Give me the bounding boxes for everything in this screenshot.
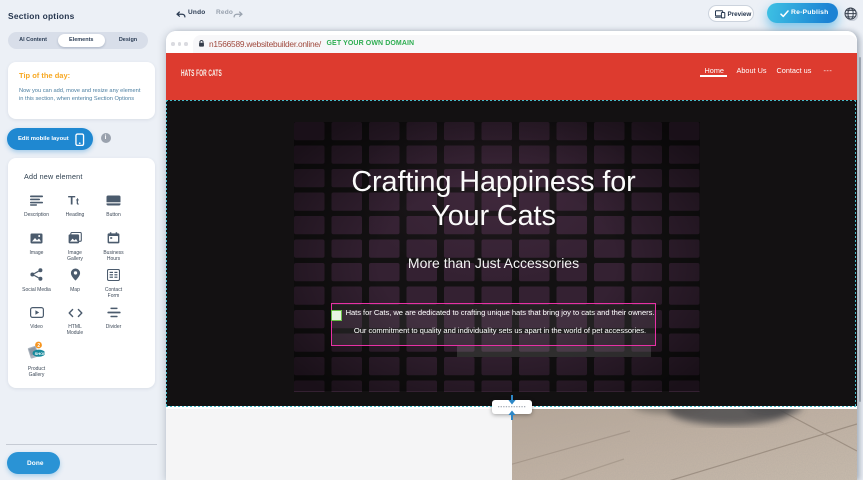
- svg-text:SHOP: SHOP: [34, 351, 46, 356]
- svg-text:2: 2: [37, 343, 40, 349]
- svg-text:T: T: [68, 194, 76, 206]
- svg-text:t: t: [76, 197, 79, 207]
